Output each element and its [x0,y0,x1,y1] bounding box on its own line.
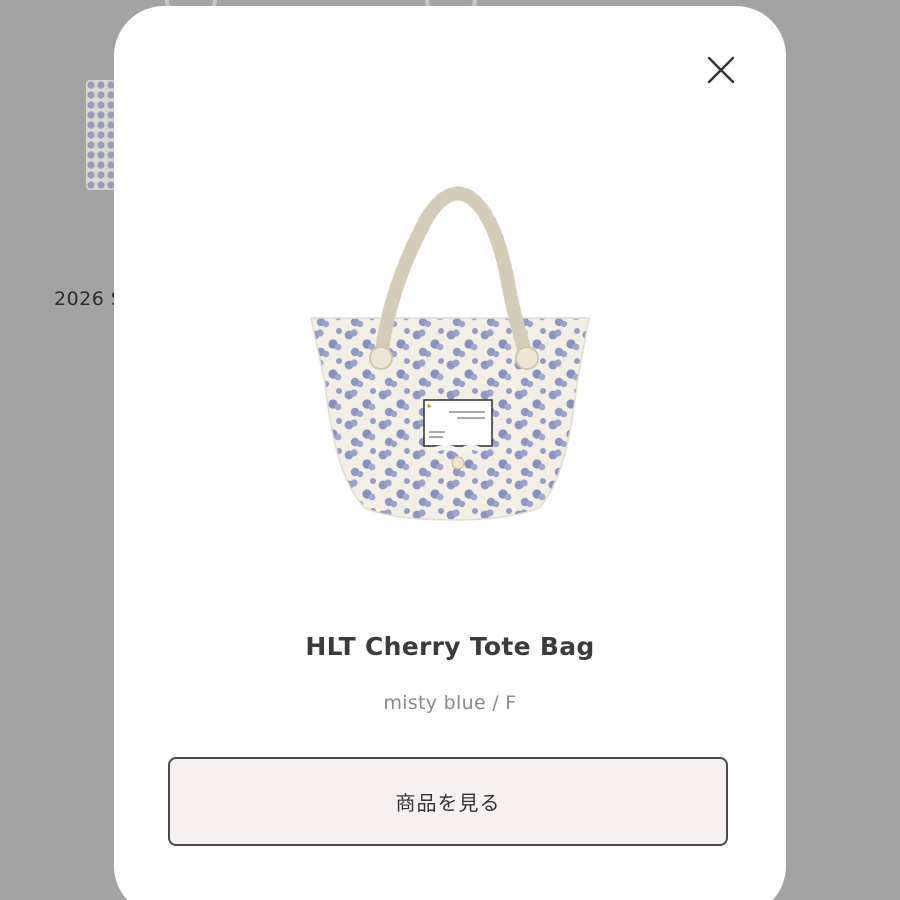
product-name: HLT Cherry Tote Bag [305,632,595,661]
close-button[interactable] [701,50,741,90]
screen: 2026 S HLT Cherry Tote Bag misty blue / … [0,0,900,900]
close-icon[interactable] [701,50,741,90]
view-product-button[interactable]: 商品を見る [168,757,728,846]
product-image [309,178,594,523]
product-variant: misty blue / F [383,692,517,714]
product-modal: HLT Cherry Tote Bag misty blue / F 商品を見る [114,6,786,900]
